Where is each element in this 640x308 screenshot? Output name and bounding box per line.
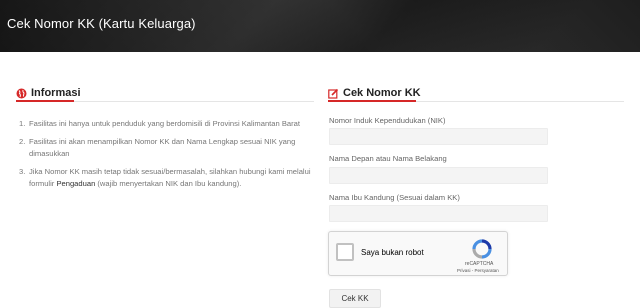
- edit-icon: [328, 88, 339, 99]
- pengaduan-link[interactable]: Pengaduan: [56, 179, 95, 188]
- info-item-text: Fasilitas ini hanya untuk penduduk yang …: [29, 119, 300, 128]
- info-list: 1. Fasilitas ini hanya untuk penduduk ya…: [19, 118, 319, 196]
- info-item-text: Jika Nomor KK masih tetap tidak sesuai/b…: [29, 167, 311, 188]
- recaptcha-logo-icon: [471, 238, 493, 260]
- globe-icon: [16, 88, 27, 99]
- recaptcha-widget: Saya bukan robot reCAPTCHA Privasi - Per…: [328, 231, 508, 276]
- list-item: 1. Fasilitas ini hanya untuk penduduk ya…: [19, 119, 300, 128]
- recaptcha-brand: reCAPTCHA: [465, 261, 494, 267]
- name-input[interactable]: [329, 167, 548, 184]
- info-section-underline: [16, 100, 74, 102]
- cek-kk-button[interactable]: Cek KK: [329, 289, 381, 308]
- recaptcha-label: Saya bukan robot: [361, 248, 424, 257]
- info-item-text: Fasilitas ini akan menampilkan Nomor KK …: [29, 137, 296, 158]
- page-title: Cek Nomor KK (Kartu Keluarga): [7, 16, 196, 31]
- nik-input[interactable]: [329, 128, 548, 145]
- mother-name-label: Nama Ibu Kandung (Sesuai dalam KK): [329, 193, 460, 202]
- nik-label: Nomor Induk Kependudukan (NIK): [329, 116, 446, 125]
- mother-name-input[interactable]: [329, 205, 548, 222]
- list-item: 3. Jika Nomor KK masih tetap tidak sesua…: [19, 166, 319, 190]
- info-section-title: Informasi: [31, 87, 81, 99]
- form-section-underline: [328, 100, 416, 102]
- name-label: Nama Depan atau Nama Belakang: [329, 154, 447, 163]
- recaptcha-terms-link[interactable]: Privasi - Persyaratan: [457, 268, 499, 273]
- form-section-title: Cek Nomor KK: [343, 87, 421, 99]
- page-header: Cek Nomor KK (Kartu Keluarga): [0, 0, 640, 52]
- list-item: 2. Fasilitas ini akan menampilkan Nomor …: [19, 136, 319, 160]
- recaptcha-checkbox[interactable]: [336, 243, 354, 261]
